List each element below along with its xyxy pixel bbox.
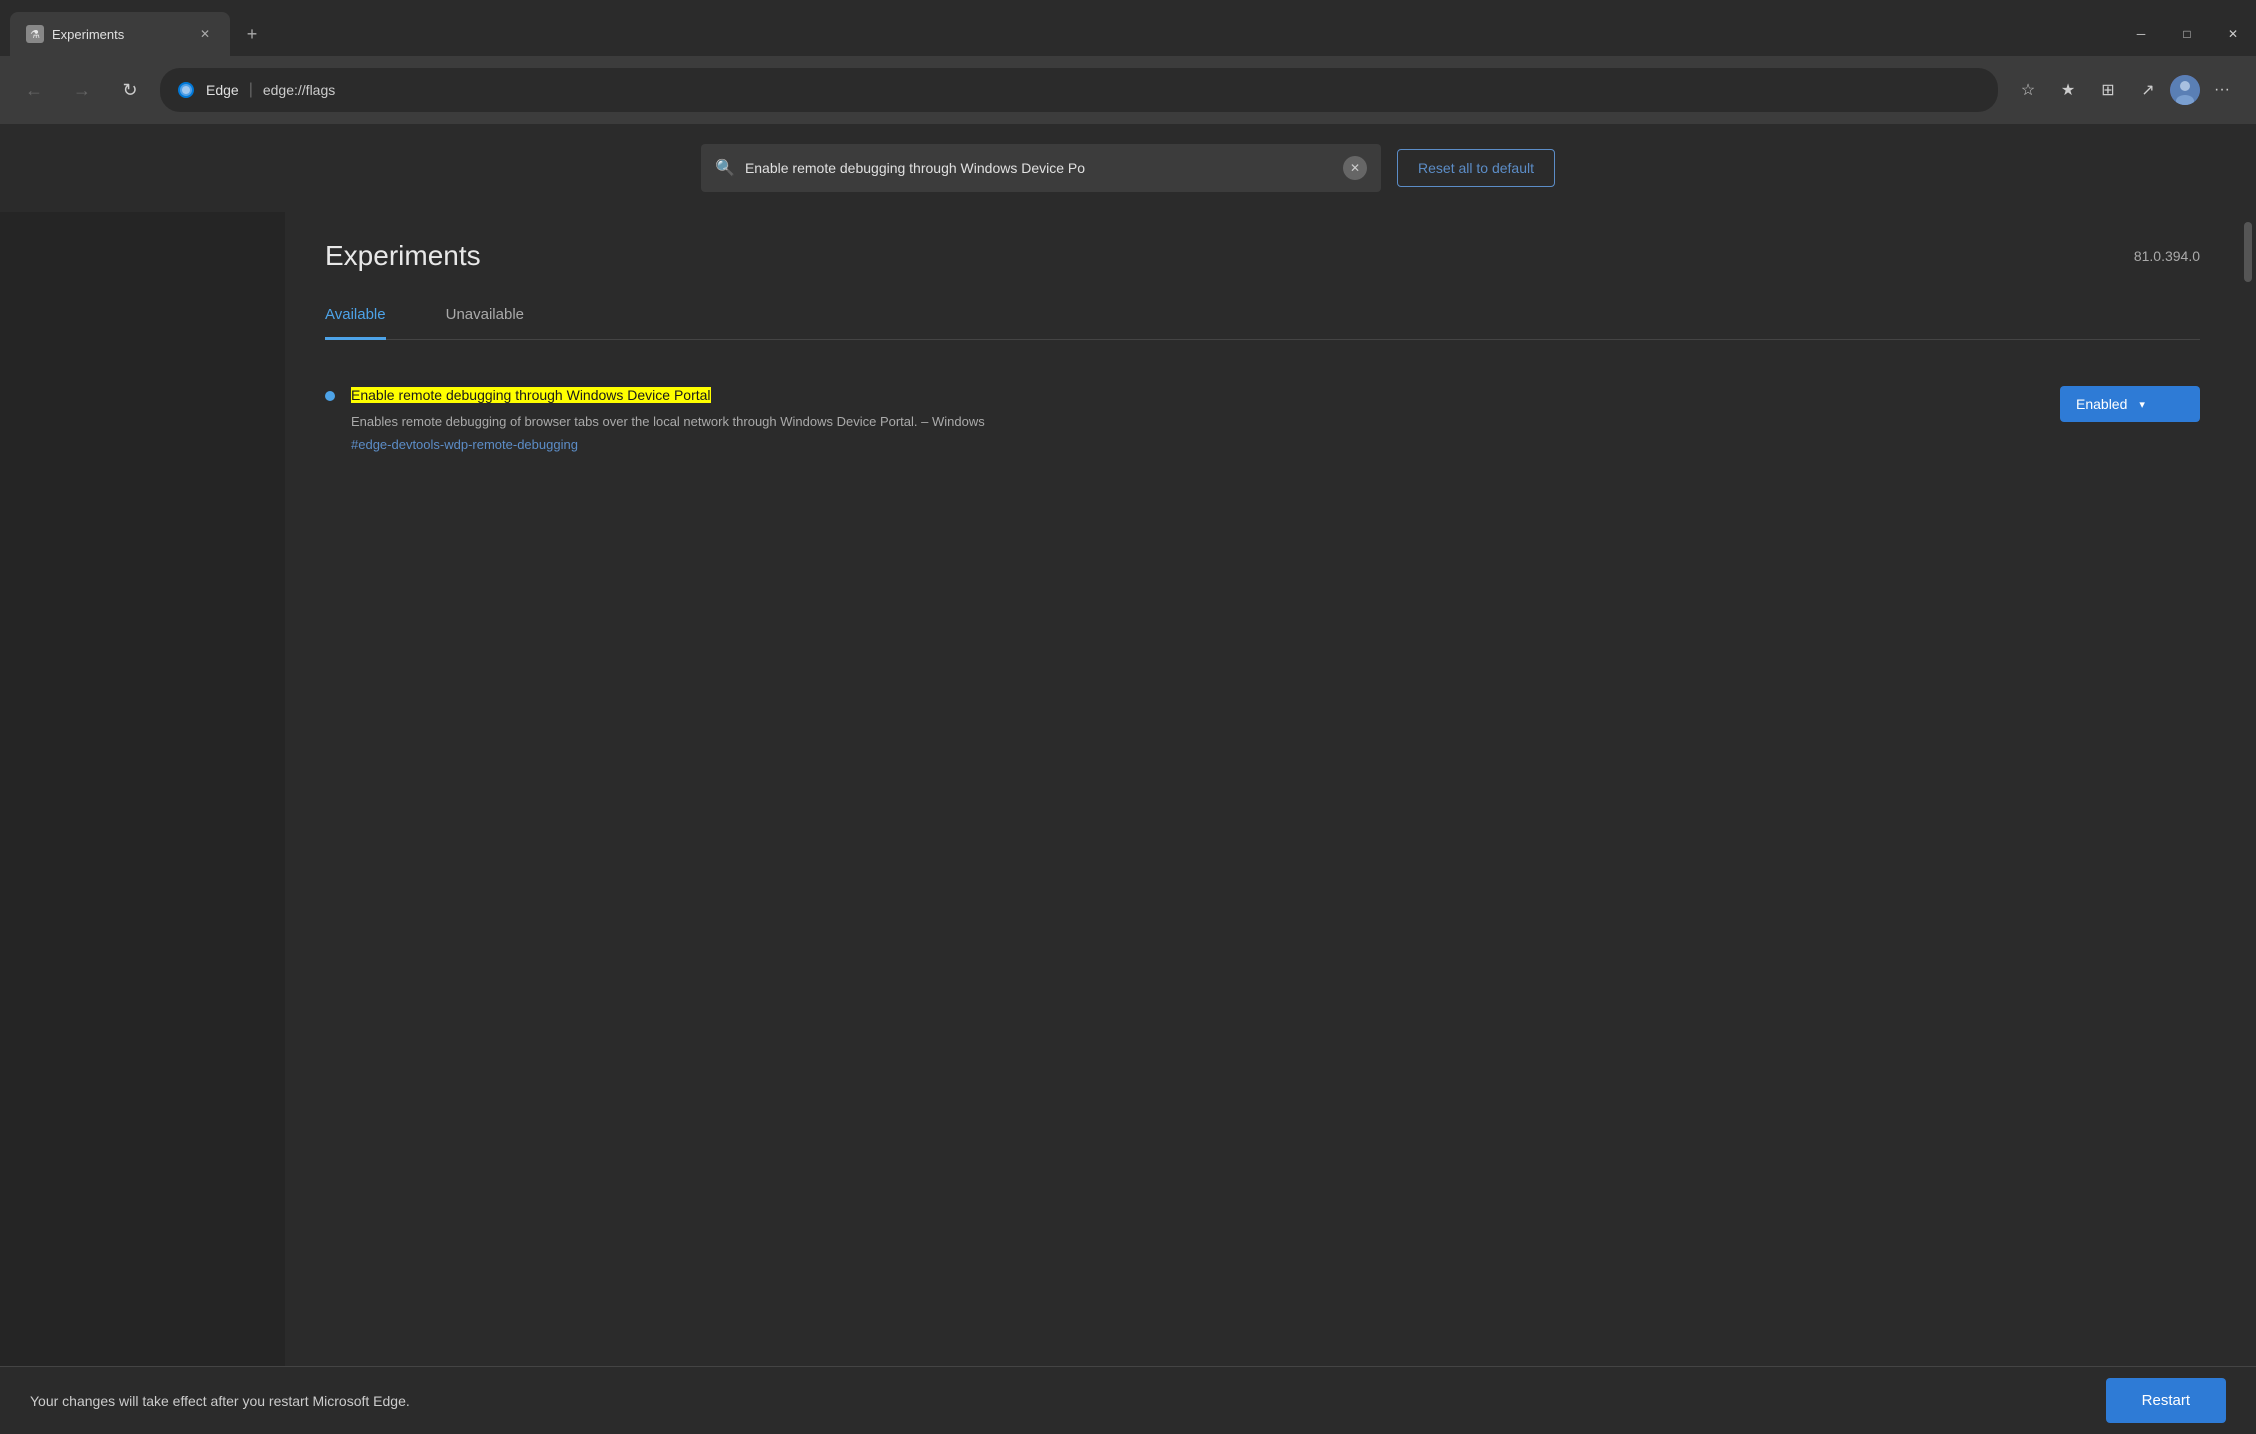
experiment-link[interactable]: #edge-devtools-wdp-remote-debugging <box>351 437 2044 452</box>
experiment-item: Enable remote debugging through Windows … <box>325 370 2200 468</box>
address-bar: ← → ↻ Edge | edge://flags ☆ ★ ⊞ ↗ ··· <box>0 56 2256 124</box>
enabled-label: Enabled <box>2076 396 2127 412</box>
url-separator: | <box>249 81 253 99</box>
experiment-title: Enable remote debugging through Windows … <box>351 387 711 403</box>
tab-available[interactable]: Available <box>325 292 386 340</box>
profile-avatar[interactable] <box>2170 75 2200 105</box>
tab-unavailable[interactable]: Unavailable <box>446 292 524 340</box>
refresh-button[interactable]: ↻ <box>112 72 148 108</box>
url-bar[interactable]: Edge | edge://flags <box>160 68 1998 112</box>
page-title: Experiments <box>325 240 481 272</box>
wallet-icon[interactable]: ⊞ <box>2090 72 2126 108</box>
minimize-button[interactable]: ─ <box>2118 18 2164 50</box>
tab-close-button[interactable]: ✕ <box>196 25 214 43</box>
enabled-dropdown[interactable]: Enabled ▾ <box>2060 386 2200 422</box>
experiment-control[interactable]: Enabled ▾ <box>2060 386 2200 422</box>
version-text: 81.0.394.0 <box>2134 248 2200 264</box>
toolbar-icons: ☆ ★ ⊞ ↗ ··· <box>2010 72 2240 108</box>
maximize-button[interactable]: □ <box>2164 18 2210 50</box>
search-area: 🔍 ✕ Reset all to default <box>0 124 2256 212</box>
experiment-dot-icon <box>325 391 335 401</box>
menu-icon[interactable]: ··· <box>2204 72 2240 108</box>
tab-title: Experiments <box>52 27 188 42</box>
title-bar: ⚗ Experiments ✕ + ─ □ ✕ <box>0 0 2256 56</box>
experiment-info: Enable remote debugging through Windows … <box>351 386 2044 452</box>
forward-button[interactable]: → <box>64 72 100 108</box>
bottom-bar: Your changes will take effect after you … <box>0 1366 2256 1434</box>
search-icon: 🔍 <box>715 158 735 178</box>
experiment-description: Enables remote debugging of browser tabs… <box>351 412 2044 432</box>
tab-favicon-icon: ⚗ <box>26 25 44 43</box>
experiments-tab[interactable]: ⚗ Experiments ✕ <box>10 12 230 56</box>
new-tab-button[interactable]: + <box>234 16 270 52</box>
dropdown-arrow-icon: ▾ <box>2139 398 2145 411</box>
restart-button[interactable]: Restart <box>2106 1378 2226 1423</box>
page-header: Experiments 81.0.394.0 <box>325 212 2200 292</box>
search-input[interactable] <box>745 160 1333 176</box>
close-button[interactable]: ✕ <box>2210 18 2256 50</box>
window-controls: ─ □ ✕ <box>2118 12 2256 56</box>
share-icon[interactable]: ↗ <box>2130 72 2166 108</box>
reset-all-button[interactable]: Reset all to default <box>1397 149 1555 187</box>
main-content: Experiments 81.0.394.0 Available Unavail… <box>0 212 2256 1366</box>
browser-name-label: Edge <box>206 82 239 98</box>
scrollbar-thumb[interactable] <box>2244 222 2252 282</box>
back-button[interactable]: ← <box>16 72 52 108</box>
search-clear-button[interactable]: ✕ <box>1343 156 1367 180</box>
favorites-icon[interactable]: ☆ <box>2010 72 2046 108</box>
content-tabs: Available Unavailable <box>325 292 2200 340</box>
collections-icon[interactable]: ★ <box>2050 72 2086 108</box>
scrollbar[interactable] <box>2240 212 2256 1366</box>
tab-area: ⚗ Experiments ✕ + <box>0 0 270 56</box>
sidebar <box>0 212 285 1366</box>
url-text: edge://flags <box>263 82 335 98</box>
edge-logo-icon <box>176 80 196 100</box>
search-box: 🔍 ✕ <box>701 144 1381 192</box>
page-content: Experiments 81.0.394.0 Available Unavail… <box>285 212 2240 1366</box>
restart-message: Your changes will take effect after you … <box>30 1393 410 1409</box>
